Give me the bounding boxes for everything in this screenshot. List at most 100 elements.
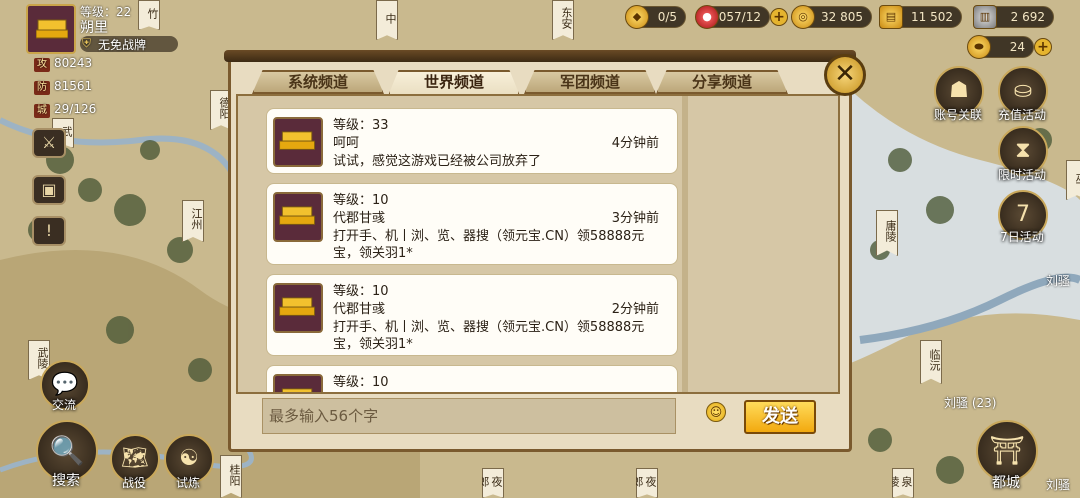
chat-message[interactable]: 等级：33 呵呵 4分钟前 试试，感觉这游戏已经被公司放弃了 — [266, 108, 678, 174]
grain-icon: ▤ — [879, 5, 903, 29]
sender-avatar[interactable] — [273, 117, 323, 167]
tab-share[interactable]: 分享频道 — [656, 70, 788, 94]
player-name: 朔里 — [80, 20, 108, 36]
coin-icon: ◎ — [791, 5, 815, 29]
map-city-label[interactable]: 临沅 — [920, 340, 942, 384]
emoji-icon[interactable]: ☺ — [706, 402, 726, 422]
chat-message[interactable]: 等级：10 代郡甘彧 2分钟前 打开手、机丨浏、览、器搜（领元宝.CN）领588… — [266, 274, 678, 356]
sender-name[interactable]: 呵呵 — [333, 135, 359, 152]
recharge-label: 充值活动 — [997, 108, 1046, 122]
sender-level: 等级：10 — [333, 193, 389, 208]
sender-avatar[interactable] — [273, 374, 323, 392]
attack-badge: 攻 — [34, 58, 50, 72]
city-stat: 城 29/126 — [34, 102, 96, 118]
tab-world[interactable]: 世界频道 — [388, 70, 520, 96]
capital-label: 都城 — [992, 475, 1020, 491]
resource-grain[interactable]: ▤ 11 502 — [879, 5, 962, 29]
official-hat-icon — [281, 388, 313, 392]
chat-message[interactable]: 等级：10 — [266, 365, 678, 392]
resource-copper-value: 32 805 — [821, 10, 863, 24]
resource-iron-value: 2 692 — [1010, 10, 1045, 24]
map-city-label[interactable]: 东安 — [552, 0, 574, 40]
speech-bubble-icon: 💬 — [51, 372, 79, 397]
map-city-label[interactable]: 夜郎 — [636, 468, 658, 498]
resource-gold[interactable]: ⬬ 24 — [967, 35, 1034, 59]
iron-icon: ▥ — [973, 5, 997, 29]
chest-button[interactable]: ▣ — [32, 175, 66, 205]
map-city-label[interactable]: 庸陵 — [876, 210, 898, 256]
resource-iron[interactable]: ▥ 2 692 — [973, 5, 1054, 29]
map-city-label[interactable]: 巫 — [1066, 160, 1080, 200]
tab-system[interactable]: 系统频道 — [252, 70, 384, 94]
sender-name[interactable]: 代郡甘彧 — [333, 301, 385, 318]
send-button[interactable]: 发送 — [744, 400, 816, 434]
official-hat-icon — [279, 206, 316, 225]
defense-value: 81561 — [54, 79, 93, 93]
resource-r1-value: 0/5 — [657, 10, 677, 24]
message-time: 3分钟前 — [611, 211, 659, 226]
hourglass-icon: ⧗ — [1015, 138, 1031, 163]
seven-day-label: 7日活动 — [1000, 230, 1044, 244]
chat-input[interactable]: 最多输入56个字 — [262, 398, 676, 434]
player-avatar[interactable] — [26, 4, 76, 54]
shield-icon: ⛨ — [82, 36, 92, 50]
map-city-label[interactable]: 夜郎 — [482, 468, 504, 498]
add-r2-button[interactable]: + — [770, 8, 788, 26]
alert-button[interactable]: ! — [32, 216, 66, 246]
limited-event-label: 限时活动 — [997, 168, 1046, 182]
message-time: 2分钟前 — [611, 302, 659, 317]
resource-r1[interactable]: ◆ 0/5 — [625, 5, 686, 29]
sender-level: 等级：33 — [333, 118, 389, 133]
city-value: 29/126 — [54, 102, 97, 116]
trial-label: 试炼 — [175, 476, 200, 490]
yin-yang-icon: ☯ — [179, 446, 199, 471]
close-icon[interactable]: ✕ — [824, 54, 866, 96]
map-scroll-icon: 🗺 — [121, 446, 149, 471]
map-city-label[interactable]: 竹 — [138, 0, 160, 30]
crossed-swords-button[interactable]: ⚔ — [32, 128, 66, 158]
magnifier-icon: 🔍 — [49, 434, 85, 467]
map-army-label[interactable]: 刘骚 (23) — [944, 394, 996, 411]
sender-avatar[interactable] — [273, 283, 323, 333]
attack-stat: 攻 80243 — [34, 56, 92, 72]
official-hat-icon — [36, 19, 68, 39]
message-list[interactable]: 等级：33 呵呵 4分钟前 试试，感觉这游戏已经被公司放弃了 等级：10 代郡甘… — [236, 94, 840, 394]
resource-grain-value: 11 502 — [911, 10, 953, 24]
gold-ingot-icon: ⬬ — [967, 35, 991, 59]
panel-top-rod — [224, 50, 856, 62]
defense-stat: 防 81561 — [34, 79, 92, 95]
helmet-icon: ☗ — [949, 78, 969, 103]
map-city-label[interactable]: 中 — [376, 0, 398, 40]
avoid-war-label: 无免战牌 — [98, 38, 147, 52]
map-army-label[interactable]: 刘骚 — [1046, 476, 1070, 493]
map-city-label[interactable]: 泉陵 — [892, 468, 914, 498]
sender-level: 等级：10 — [333, 284, 389, 299]
chat-label: 交流 — [51, 398, 76, 412]
avoid-war-status[interactable]: ⛨ 无免战牌 — [80, 36, 178, 52]
official-hat-icon — [279, 297, 316, 316]
palace-icon: ⛩ — [989, 434, 1025, 467]
lock-icon: ◆ — [625, 5, 649, 29]
defense-badge: 防 — [34, 81, 50, 95]
troop-icon: ● — [695, 5, 719, 29]
resource-gold-value: 24 — [1009, 40, 1025, 54]
attack-value: 80243 — [54, 56, 93, 70]
ingot-icon: ⛀ — [1013, 78, 1033, 103]
sender-avatar[interactable] — [273, 192, 323, 242]
tab-legion[interactable]: 军团频道 — [524, 70, 656, 94]
calendar-icon: 7 — [1016, 202, 1030, 227]
city-badge: 城 — [34, 104, 50, 118]
sender-name[interactable]: 代郡甘彧 — [333, 210, 385, 227]
resource-copper[interactable]: ◎ 32 805 — [791, 5, 872, 29]
map-army-label[interactable]: 刘骚 — [1046, 272, 1070, 289]
message-time: 4分钟前 — [611, 136, 659, 151]
sender-level: 等级：10 — [333, 375, 389, 390]
message-text: 试试，感觉这游戏已经被公司放弃了 — [333, 154, 542, 169]
official-hat-icon — [279, 131, 316, 150]
chat-message[interactable]: 等级：10 代郡甘彧 3分钟前 打开手、机丨浏、览、器搜（领元宝.CN）领588… — [266, 183, 678, 265]
resource-r2[interactable]: ● 057/12 — [695, 5, 770, 29]
message-text: 打开手、机丨浏、览、器搜（领元宝.CN）领58888元宝，领关羽1* — [333, 229, 645, 261]
resource-r2-value: 057/12 — [718, 10, 761, 24]
map-city-label[interactable]: 江州 — [182, 200, 204, 242]
add-gold-button[interactable]: + — [1034, 38, 1052, 56]
